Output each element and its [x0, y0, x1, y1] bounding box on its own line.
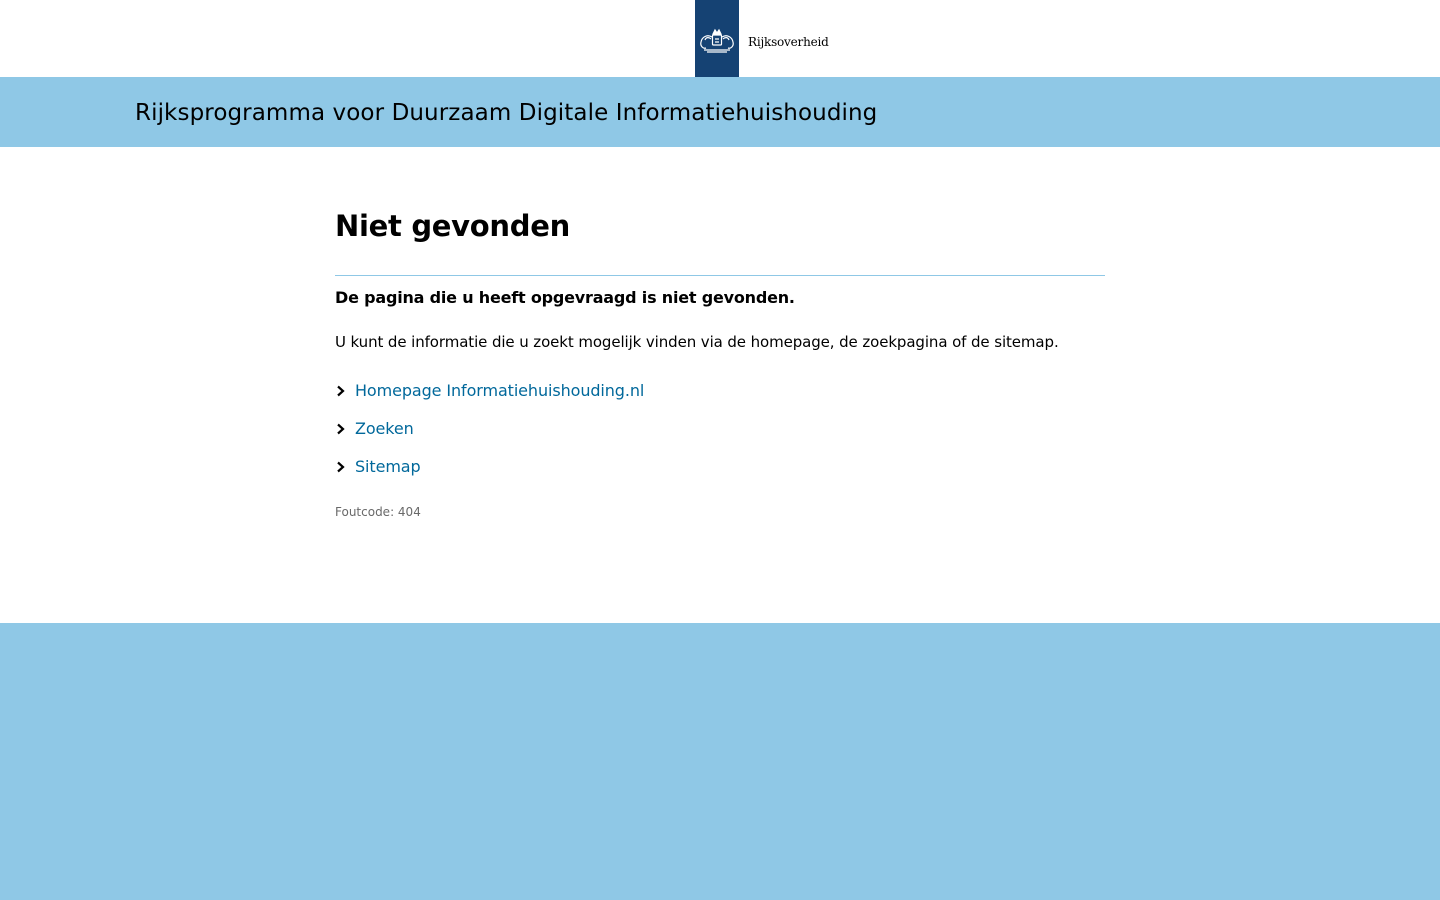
page-title: Niet gevonden — [335, 209, 570, 243]
logo-link[interactable] — [695, 0, 739, 77]
chevron-right-icon — [337, 385, 345, 397]
body-text: U kunt de informatie die u zoekt mogelij… — [335, 333, 1059, 351]
divider — [335, 275, 1105, 276]
error-code: Foutcode: 404 — [335, 505, 421, 519]
chevron-right-icon — [337, 461, 345, 473]
search-link[interactable]: Zoeken — [355, 416, 414, 442]
homepage-link[interactable]: Homepage Informatiehuishouding.nl — [355, 378, 644, 404]
logo-bar: Rijksoverheid — [0, 0, 1440, 77]
chevron-right-icon — [337, 423, 345, 435]
logo-text: Rijksoverheid — [748, 35, 829, 49]
site-title[interactable]: Rijksprogramma voor Duurzaam Digitale In… — [135, 96, 877, 130]
sitemap-link[interactable]: Sitemap — [355, 454, 421, 480]
footer — [0, 623, 1440, 900]
crest-icon — [700, 28, 734, 53]
lead-text: De pagina die u heeft opgevraagd is niet… — [335, 288, 795, 307]
